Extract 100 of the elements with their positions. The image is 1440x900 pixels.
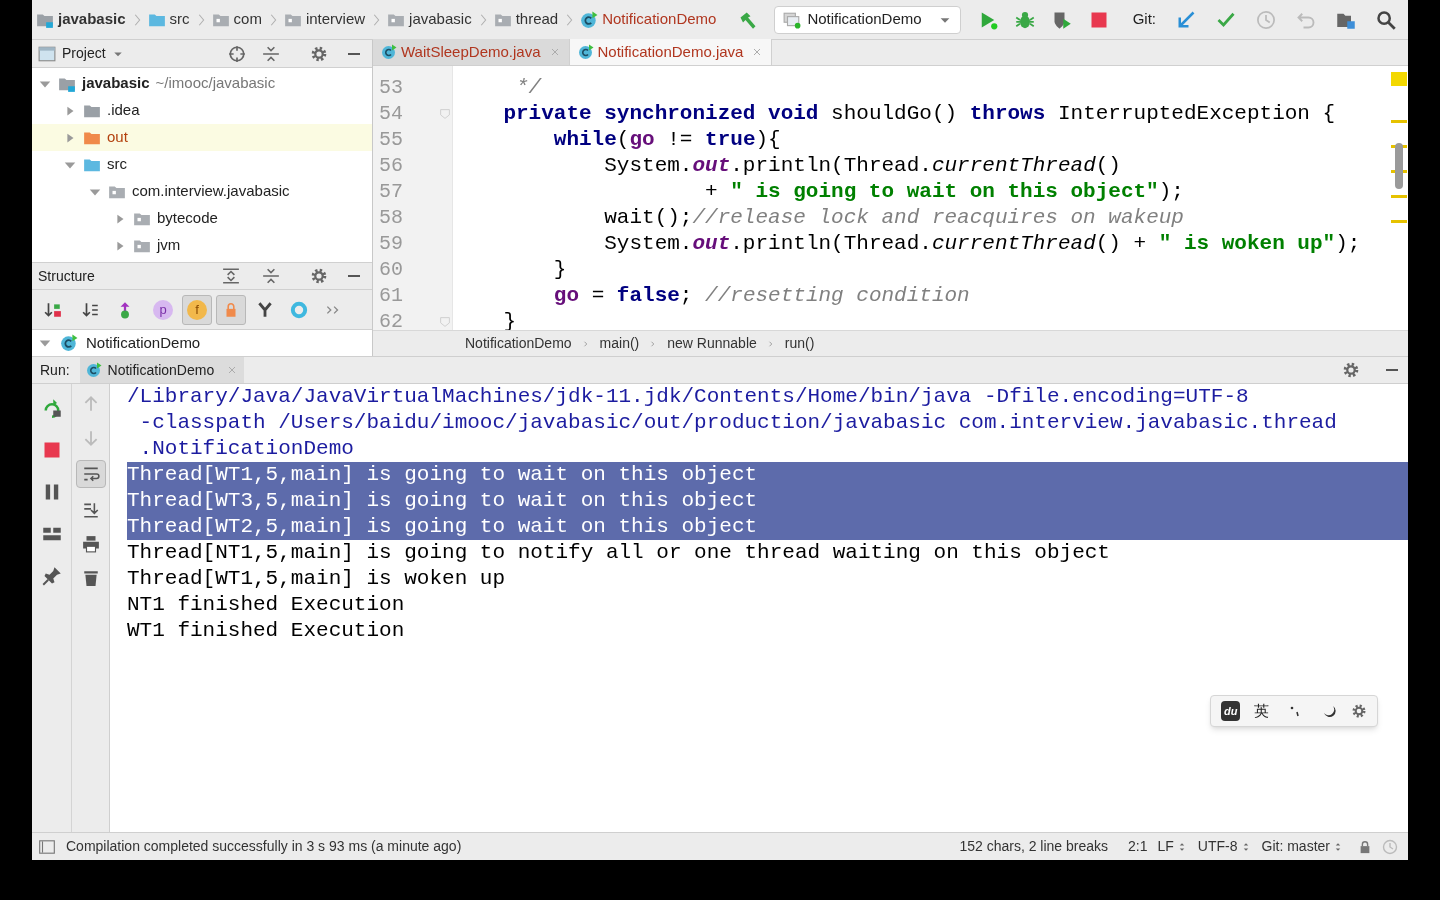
fold-marker-icon[interactable] (438, 107, 452, 121)
scroll-to-end-icon[interactable] (81, 501, 100, 519)
breadcrumb-item[interactable]: run() (784, 333, 815, 354)
breadcrumb-item[interactable]: NotificationDemo (602, 8, 717, 31)
panel-title[interactable]: Structure (38, 265, 95, 287)
tree-item[interactable]: com.interview.javabasic (132, 180, 290, 203)
breadcrumb-item[interactable]: interview (305, 8, 366, 31)
warning-marker[interactable] (1391, 72, 1407, 86)
status-message: Compilation completed successfully in 3 s 93 ms (a minute ago) (66, 837, 462, 856)
properties-toggle[interactable]: p (148, 294, 178, 325)
ime-logo[interactable]: du (1221, 701, 1241, 721)
warning-marker[interactable] (1391, 220, 1407, 223)
input-mode[interactable]: 英 (1250, 699, 1274, 723)
sort-alpha-glyph (82, 300, 100, 319)
breadcrumb-item[interactable]: thread (515, 8, 559, 31)
trash-icon[interactable] (81, 569, 100, 587)
settings-icon[interactable] (1351, 703, 1368, 719)
line-number: 57 (378, 179, 404, 205)
editor-tab[interactable]: NotificationDemo.java (569, 39, 773, 65)
tree-item[interactable]: .idea (107, 99, 140, 122)
editor-tab[interactable]: WaitSleepDemo.java (373, 39, 570, 65)
class-icon (85, 362, 102, 378)
code-line: + " is going to wait on this object"); (704, 179, 1185, 205)
print-icon[interactable] (81, 535, 100, 553)
line-number: 53 (378, 75, 404, 101)
collapse-icon[interactable] (262, 44, 280, 63)
line-number: 61 (378, 283, 404, 309)
fields-toggle[interactable]: f (182, 294, 212, 325)
debug-icon[interactable] (1014, 9, 1035, 30)
tree-item[interactable]: bytecode (157, 207, 218, 230)
panel-title[interactable]: Project (62, 43, 106, 64)
anonymous-glyph (290, 300, 308, 319)
code-line: } (552, 257, 568, 283)
console-line: Thread[WT1,5,main] is woken up (127, 566, 507, 592)
git-label: Git: (1132, 9, 1156, 30)
line-number: 56 (378, 153, 404, 179)
console-line: NT1 finished Execution (127, 592, 406, 618)
wrap-glyph (81, 465, 100, 483)
code-line: */ (515, 75, 543, 101)
sort-visibility-glyph (44, 300, 62, 319)
settings-icon[interactable] (310, 267, 328, 285)
breadcrumb-item[interactable]: main() (599, 333, 640, 354)
code-line: go = false; //resetting condition (552, 283, 971, 309)
class-icon (60, 334, 78, 352)
search-icon[interactable] (1375, 9, 1396, 30)
expand-all-icon[interactable] (222, 267, 240, 285)
settings-icon[interactable] (310, 44, 328, 63)
class-icon (577, 44, 594, 60)
console-line: Thread[NT1,5,main] is going to notify all or one thread waiting on this object (127, 540, 1111, 566)
breadcrumb-item[interactable]: new Runnable (667, 333, 757, 354)
settings-icon[interactable] (1342, 361, 1360, 379)
console-line: /Library/Java/JavaVirtualMachines/jdk-11.jdk/Contents/Home/bin/java -Dfile.encoding=UTF-8 (127, 384, 1250, 410)
breadcrumb-item[interactable]: NotificationDemo (465, 333, 572, 354)
soft-wrap-toggle[interactable] (75, 460, 106, 488)
tree-item[interactable]: src (107, 153, 127, 176)
code-line: System.out.println(Thread.currentThread() (603, 153, 1122, 179)
git-branch-selector[interactable]: Git: master (1261, 836, 1344, 857)
collapse-all-icon[interactable] (262, 267, 280, 285)
tree-item[interactable]: out (107, 126, 128, 149)
tree-item[interactable]: jvm (157, 234, 181, 257)
breadcrumb-item[interactable]: javabasic (58, 8, 126, 31)
class-icon (381, 44, 397, 60)
console-line: .NotificationDemo (138, 436, 355, 462)
fold-marker-icon[interactable] (438, 315, 452, 329)
line-number: 59 (378, 231, 404, 257)
warning-marker[interactable] (1391, 195, 1407, 198)
run-config-dropdown[interactable]: NotificationDemo (774, 5, 961, 34)
warning-marker[interactable] (1391, 120, 1407, 123)
lambdas-glyph (256, 300, 274, 319)
panel-toggle-icon[interactable] (38, 837, 56, 856)
line-number: 58 (378, 205, 404, 231)
code-line: private synchronized void shouldGo() throws InterruptedException { (502, 101, 1337, 127)
pin-icon[interactable] (41, 566, 62, 586)
caret-position[interactable]: 2:1 (1128, 836, 1148, 857)
line-number: 54 (378, 101, 404, 127)
code-line: wait();//release lock and reacquires on wakeup (603, 205, 1185, 231)
breadcrumb-item[interactable]: com (233, 8, 262, 31)
lock-icon[interactable] (1358, 839, 1372, 854)
line-number: 60 (378, 257, 404, 283)
project-window-icon (38, 44, 56, 63)
run-tab[interactable]: NotificationDemo (79, 357, 245, 383)
locate-icon[interactable] (228, 44, 246, 63)
scrollbar-thumb[interactable] (1395, 143, 1403, 189)
line-separator-selector[interactable]: LF (1157, 836, 1188, 857)
run-label: Run: (40, 360, 70, 380)
code-line: while(go != true){ (552, 127, 782, 153)
class-icon (580, 10, 599, 29)
path-note: ~/imooc/javabasic (155, 73, 276, 94)
console-line: -classpath /Users/baidu/imooc/javabasic/out/production/javabasic com.interview.javabasic.thread (138, 410, 1338, 436)
tree-item[interactable]: javabasic (82, 72, 150, 95)
code-line: System.out.println(Thread.currentThread() + " is woken up"); (603, 231, 1362, 257)
line-number: 62 (378, 309, 404, 330)
encoding-selector[interactable]: UTF-8 (1197, 836, 1252, 857)
line-number: 55 (378, 127, 404, 153)
breadcrumb-item[interactable]: src (169, 8, 190, 31)
selection-info: 152 chars, 2 line breaks (959, 837, 1109, 856)
breadcrumb-item[interactable]: javabasic (409, 8, 472, 31)
run-config-icon (783, 10, 802, 29)
rerun-icon[interactable] (41, 398, 62, 418)
console-line: WT1 finished Execution (127, 618, 406, 644)
